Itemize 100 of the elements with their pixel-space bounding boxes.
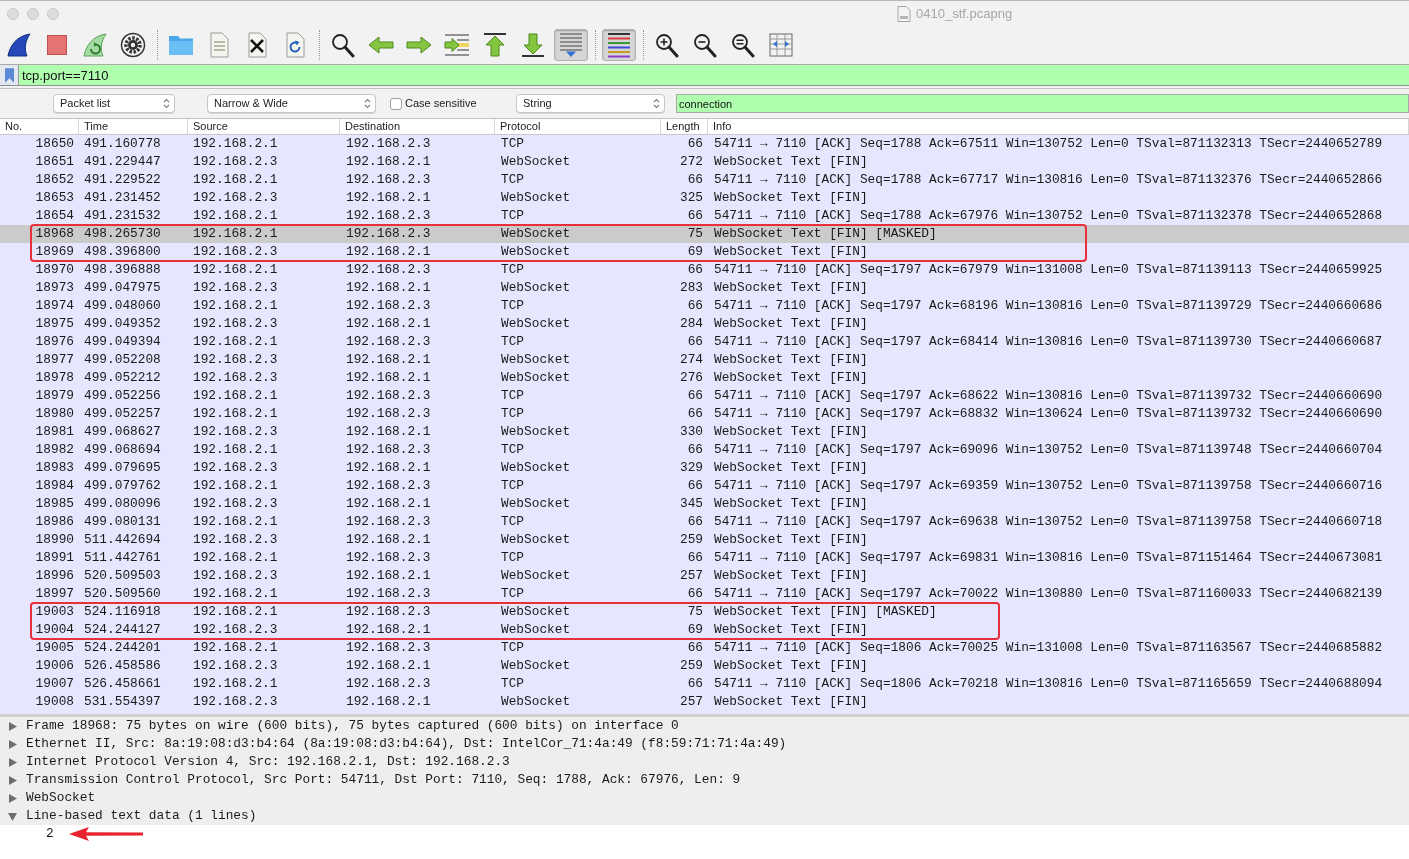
table-cell: WebSocket [501, 658, 571, 674]
table-cell: 192.168.2.3 [193, 694, 278, 710]
table-cell: 192.168.2.1 [193, 172, 278, 188]
display-filter-field[interactable]: tcp.port==7110 [19, 65, 1409, 85]
table-cell: 499.049394 [84, 334, 161, 350]
table-cell: 69 [687, 244, 703, 260]
table-cell: 345 [679, 496, 703, 512]
table-cell: TCP [501, 262, 525, 278]
tree-item-text: Internet Protocol Version 4, Src: 192.168.2.1, Dst: 192.168.2.3 [26, 753, 510, 772]
checkbox[interactable] [390, 97, 402, 110]
dropdown[interactable]: Packet list [53, 94, 175, 113]
table-cell: 18969 [35, 244, 74, 260]
checkbox-label: Case sensitive [405, 96, 477, 112]
table-cell: 192.168.2.1 [193, 334, 278, 350]
table-cell: 66 [687, 172, 703, 188]
table-cell: WebSocket [501, 226, 571, 242]
column-header[interactable]: Info [713, 120, 732, 133]
packet-row[interactable]: 18968 498.265730 192.168.2.1 192.168.2.3 WebSocket 75 WebSocket Text [FIN] [MASKED] [0, 225, 1409, 243]
tree-row[interactable]: Frame 18968: 75 bytes on wire (600 bits), 75 bytes captured (600 bits) on interface 0 [0, 717, 1409, 735]
table-cell: 520.509503 [84, 568, 161, 584]
table-cell: 18975 [35, 316, 74, 332]
bookmark-button[interactable] [0, 65, 19, 85]
table-cell: WebSocket Text [FIN] [714, 568, 868, 584]
table-cell: WebSocket [501, 352, 571, 368]
table-cell: 66 [687, 586, 703, 602]
dropdown[interactable]: Narrow & Wide [207, 94, 376, 113]
file-icon [897, 5, 911, 22]
column-header[interactable]: No. [5, 120, 23, 133]
expand-triangle-icon[interactable] [8, 793, 17, 803]
table-cell: WebSocket Text [FIN] [714, 154, 868, 170]
column-header[interactable]: Protocol [500, 120, 541, 133]
table-cell: 69 [687, 622, 703, 638]
expand-triangle-icon[interactable] [8, 757, 17, 767]
table-cell: WebSocket Text [FIN] [714, 370, 868, 386]
table-cell: 192.168.2.1 [193, 262, 278, 278]
table-cell: 19008 [35, 694, 74, 710]
tree-row[interactable]: WebSocket [0, 789, 1409, 807]
table-cell: 66 [687, 406, 703, 422]
table-cell: 192.168.2.1 [193, 550, 278, 566]
table-cell: 66 [687, 676, 703, 692]
table-cell: 54711 → 7110 [ACK] Seq=1806 Ack=70025 Win=131008 Len=0 TSval=871163567 TSecr=2440685882 [714, 640, 1383, 656]
expand-triangle-icon[interactable] [8, 775, 17, 785]
table-cell: 192.168.2.1 [346, 460, 431, 476]
table-cell: 66 [687, 136, 703, 152]
table-cell: 66 [687, 298, 703, 314]
zoom-reset-icon [730, 32, 756, 58]
tree-item-text: Line-based text data (1 lines) [26, 807, 257, 826]
tree-row[interactable]: Line-based text data (1 lines) [0, 807, 1409, 825]
table-cell: 192.168.2.1 [346, 694, 431, 710]
table-cell: 192.168.2.1 [346, 568, 431, 584]
table-cell: 54711 → 7110 [ACK] Seq=1797 Ack=69638 Win=130752 Len=0 TSval=871139758 TSecr=2440660718 [714, 514, 1383, 530]
tree-row[interactable]: Internet Protocol Version 4, Src: 192.168.2.1, Dst: 192.168.2.3 [0, 753, 1409, 771]
table-cell: 192.168.2.1 [346, 244, 431, 260]
table-cell: 66 [687, 478, 703, 494]
tree-row[interactable]: Transmission Control Protocol, Src Port: 54711, Dst Port: 7110, Seq: 1788, Ack: 67976, Len: 9 [0, 771, 1409, 789]
table-cell: 18990 [35, 532, 74, 548]
table-cell: 54711 → 7110 [ACK] Seq=1797 Ack=68622 Win=130816 Len=0 TSval=871139732 TSecr=2440660690 [714, 388, 1383, 404]
table-cell: 192.168.2.1 [193, 388, 278, 404]
table-cell: 192.168.2.3 [346, 442, 431, 458]
table-cell: 19005 [35, 640, 74, 656]
table-cell: 499.052257 [84, 406, 161, 422]
dropdown[interactable]: String [516, 94, 665, 113]
table-cell: 192.168.2.1 [346, 190, 431, 206]
expand-triangle-icon[interactable] [8, 739, 17, 749]
table-cell: 18981 [35, 424, 74, 440]
table-cell: 284 [679, 316, 703, 332]
table-cell: TCP [501, 208, 525, 224]
table-cell: 54711 → 7110 [ACK] Seq=1788 Ack=67511 Win=130752 Len=0 TSval=871132313 TSecr=2440652789 [714, 136, 1383, 152]
table-cell: 192.168.2.3 [346, 334, 431, 350]
table-cell: 66 [687, 550, 703, 566]
column-header[interactable]: Destination [345, 120, 401, 133]
table-cell: 192.168.2.3 [346, 136, 431, 152]
table-cell: 524.244201 [84, 640, 161, 656]
table-cell: TCP [501, 172, 525, 188]
expand-triangle-icon[interactable] [8, 811, 17, 821]
table-cell: 491.160778 [84, 136, 161, 152]
column-header[interactable]: Length [666, 120, 700, 133]
table-cell: 192.168.2.3 [193, 460, 278, 476]
table-cell: 257 [679, 694, 703, 710]
table-cell: TCP [501, 478, 525, 494]
table-cell: WebSocket [501, 694, 571, 710]
search-field[interactable]: connection [676, 94, 1409, 113]
tree-row[interactable]: Ethernet II, Src: 8a:19:08:d3:b4:64 (8a:19:08:d3:b4:64), Dst: IntelCor_71:4a:49 (f8:59:71:71:4a:49) [0, 735, 1409, 753]
table-cell: 491.231532 [84, 208, 161, 224]
table-cell: WebSocket Text [FIN] [714, 460, 868, 476]
tree-item-text: 2 [46, 825, 54, 844]
resize-columns-icon [768, 32, 794, 58]
table-cell: 75 [687, 226, 703, 242]
column-header[interactable]: Time [84, 120, 109, 133]
expand-triangle-icon[interactable] [8, 721, 17, 731]
up-arrow-icon [482, 32, 508, 58]
column-header[interactable]: Source [193, 120, 228, 133]
table-cell: WebSocket Text [FIN] [714, 190, 868, 206]
jump-to-line-icon [444, 32, 470, 58]
table-cell: WebSocket Text [FIN] [714, 244, 868, 260]
table-cell: 54711 → 7110 [ACK] Seq=1788 Ack=67976 Win=130752 Len=0 TSval=871132378 TSecr=2440652868 [714, 208, 1383, 224]
table-cell: WebSocket [501, 568, 571, 584]
table-cell: 192.168.2.1 [346, 622, 431, 638]
toolbar-button[interactable] [602, 29, 636, 61]
down-arrow-icon [520, 32, 546, 58]
